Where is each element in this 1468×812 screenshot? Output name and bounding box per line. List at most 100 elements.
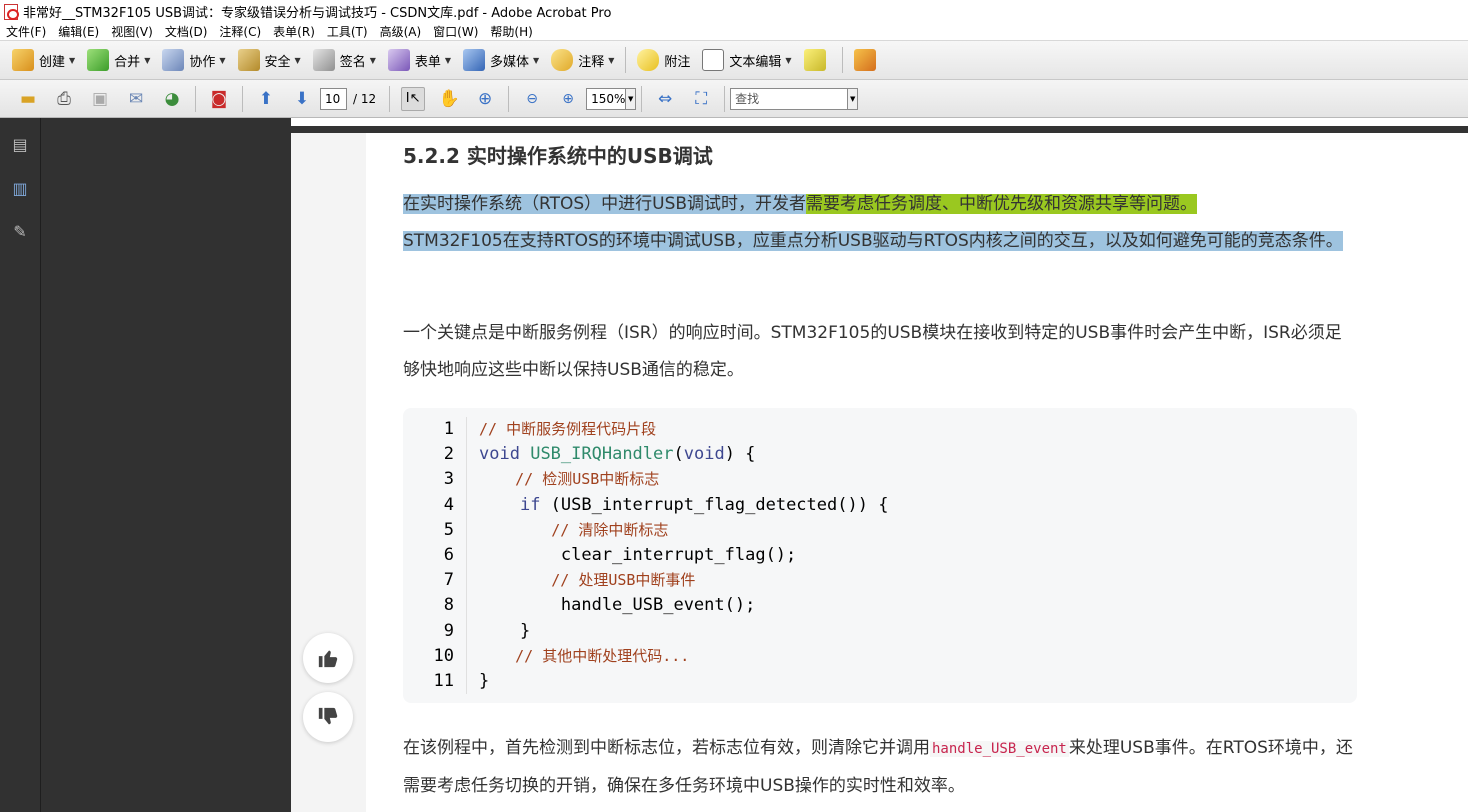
find-dropdown-chevron-icon[interactable]: ▼ xyxy=(848,87,859,110)
zoom-tool-icon[interactable]: ⊕ xyxy=(473,87,497,111)
menu-forms[interactable]: 表单(R) xyxy=(267,23,321,40)
menu-document[interactable]: 文档(D) xyxy=(159,23,214,40)
email-icon[interactable]: ✉ xyxy=(124,87,148,111)
menu-advanced[interactable]: 高级(A) xyxy=(374,23,428,40)
acrobat-window: 非常好__STM32F105 USB调试：专家级错误分析与调试技巧 - CSDN… xyxy=(0,0,1468,812)
highlight-text-button[interactable] xyxy=(798,44,837,76)
code-keyword: void xyxy=(683,444,725,465)
line-number-gutter: 1 2 3 4 5 6 7 8 9 10 11 xyxy=(403,417,467,694)
line-number: 6 xyxy=(443,544,454,565)
bookmarks-panel-icon[interactable]: ▥ xyxy=(9,176,31,200)
sign-label: 签名 xyxy=(339,54,366,70)
page-number-input[interactable]: 10 xyxy=(320,87,347,110)
menu-comments[interactable]: 注释(C) xyxy=(213,23,267,40)
title-bar: 非常好__STM32F105 USB调试：专家级错误分析与调试技巧 - CSDN… xyxy=(0,0,1468,23)
toolbar-separator xyxy=(508,85,510,112)
menu-view[interactable]: 视图(V) xyxy=(105,23,159,40)
code-block: 1 2 3 4 5 6 7 8 9 10 11 // 中断服务例程代码片段 vo… xyxy=(403,408,1357,703)
code-text: ( xyxy=(673,444,684,465)
line-number: 8 xyxy=(443,595,454,616)
pdf-page: 5.2.2 实时操作系统中的USB调试 在实时操作系统（RTOS）中进行USB调… xyxy=(291,118,1468,812)
chevron-down-icon: ▼ xyxy=(294,55,301,65)
hand-tool-icon[interactable]: ✋ xyxy=(437,87,461,111)
code-line: // 中断服务例程代码片段 xyxy=(479,417,888,442)
sticky-note-button[interactable]: 附注 xyxy=(631,44,696,76)
multimedia-icon xyxy=(463,49,486,71)
toolbar-separator xyxy=(625,47,627,73)
page-total: / 12 xyxy=(353,91,377,106)
code-line: clear_interrupt_flag(); xyxy=(479,544,797,565)
comment-bubble-icon xyxy=(551,49,574,71)
zoom-dropdown-chevron-icon[interactable]: ▼ xyxy=(626,87,637,110)
menu-file[interactable]: 文件(F) xyxy=(0,23,52,40)
line-number: 5 xyxy=(443,519,454,540)
toolbar-separator xyxy=(242,85,243,112)
pages-panel-icon[interactable]: ▤ xyxy=(9,132,31,156)
line-number: 11 xyxy=(433,670,454,691)
sticky-note-label: 附注 xyxy=(664,54,691,70)
sign-button[interactable]: 签名 ▼ xyxy=(307,44,382,76)
combine-label: 合并 xyxy=(114,54,141,70)
comment-button[interactable]: 注释 ▼ xyxy=(545,44,620,76)
zoom-in-icon[interactable]: ⊕ xyxy=(556,87,580,111)
chevron-down-icon: ▼ xyxy=(144,55,151,65)
code-text: (USB_interrupt_flag_detected()) { xyxy=(540,494,889,515)
open-folder-icon[interactable]: ▬ xyxy=(16,87,40,111)
zoom-out-icon[interactable]: ⊖ xyxy=(520,87,544,111)
tasks-toolbar: 创建▼ 合并▼ 协作▼ 安全▼ 签名▼ 表单▼ 多媒体▼ 注释▼ xyxy=(0,41,1468,80)
collaborate-label: 协作 xyxy=(189,54,216,70)
code-line: void USB_IRQHandler(void) { xyxy=(479,442,888,467)
create-pdf-icon xyxy=(12,49,34,71)
zoom-level-field[interactable]: 150% xyxy=(586,87,627,110)
acrobat-app-icon[interactable]: ◙ xyxy=(207,87,231,111)
lock-icon xyxy=(237,49,260,71)
menu-edit[interactable]: 编辑(E) xyxy=(52,23,105,40)
print-icon[interactable]: ⎙ xyxy=(52,87,76,111)
menu-tools[interactable]: 工具(T) xyxy=(321,23,374,40)
save-icon[interactable]: ▣ xyxy=(88,87,112,111)
chevron-down-icon: ▼ xyxy=(444,55,452,65)
web-globe-icon[interactable]: ◕ xyxy=(160,87,184,111)
menu-help[interactable]: 帮助(H) xyxy=(484,23,538,40)
highlight-text-icon xyxy=(803,49,826,71)
paragraph-isr: 一个关键点是中断服务例程（ISR）的响应时间。STM32F105的USB模块在接… xyxy=(403,323,1342,380)
line-number: 7 xyxy=(443,570,454,591)
pencil-button[interactable] xyxy=(848,44,887,76)
previous-page-icon[interactable]: ⬆ xyxy=(254,87,278,111)
text-edit-button[interactable]: 文本编辑 ▼ xyxy=(696,44,797,76)
toolbar-separator xyxy=(195,85,196,112)
next-page-icon[interactable]: ⬇ xyxy=(290,87,314,111)
code-line: } xyxy=(479,670,490,691)
toolbar-separator xyxy=(641,85,643,112)
create-button[interactable]: 创建 ▼ xyxy=(6,44,81,76)
multimedia-button[interactable]: 多媒体 ▼ xyxy=(457,44,545,76)
chevron-down-icon: ▼ xyxy=(369,55,376,65)
line-number: 10 xyxy=(433,645,454,666)
chevron-down-icon: ▼ xyxy=(533,55,540,65)
combine-button[interactable]: 合并 ▼ xyxy=(81,44,156,76)
collaborate-button[interactable]: 协作 ▼ xyxy=(156,44,231,76)
toolbar-separator xyxy=(389,85,391,112)
find-input[interactable]: 查找 xyxy=(730,87,849,110)
create-label: 创建 xyxy=(39,54,66,70)
highlighted-text: 在实时操作系统（RTOS）中进行USB调试时，开发者 xyxy=(403,194,807,214)
multimedia-label: 多媒体 xyxy=(490,54,530,70)
chevron-down-icon: ▼ xyxy=(219,55,226,65)
forms-button[interactable]: 表单 ▼ xyxy=(382,44,457,76)
menu-window[interactable]: 窗口(W) xyxy=(427,23,484,40)
menu-bar: 文件(F) 编辑(E) 视图(V) 文档(D) 注释(C) 表单(R) 工具(T… xyxy=(0,23,1468,41)
code-line: if (USB_interrupt_flag_detected()) { xyxy=(479,493,888,518)
select-text-tool-icon[interactable]: I↖ xyxy=(401,86,426,111)
thumbs-down-button[interactable] xyxy=(303,692,353,742)
signatures-panel-icon[interactable]: ✎ xyxy=(9,219,31,243)
secure-button[interactable]: 安全 ▼ xyxy=(232,44,307,76)
code-line: // 检测USB中断标志 xyxy=(479,467,888,492)
thumbs-up-button[interactable] xyxy=(303,633,353,683)
code-comment: // 其他中断处理代码... xyxy=(479,646,690,665)
code-line: // 其他中断处理代码... xyxy=(479,644,888,669)
fit-page-icon[interactable]: ⛶ xyxy=(689,87,713,111)
fit-width-icon[interactable]: ⇔ xyxy=(653,87,677,111)
navigation-pane: ▤ ▥ ✎ xyxy=(0,118,41,812)
section-heading: 5.2.2 实时操作系统中的USB调试 xyxy=(403,144,713,168)
line-number: 2 xyxy=(443,444,454,465)
